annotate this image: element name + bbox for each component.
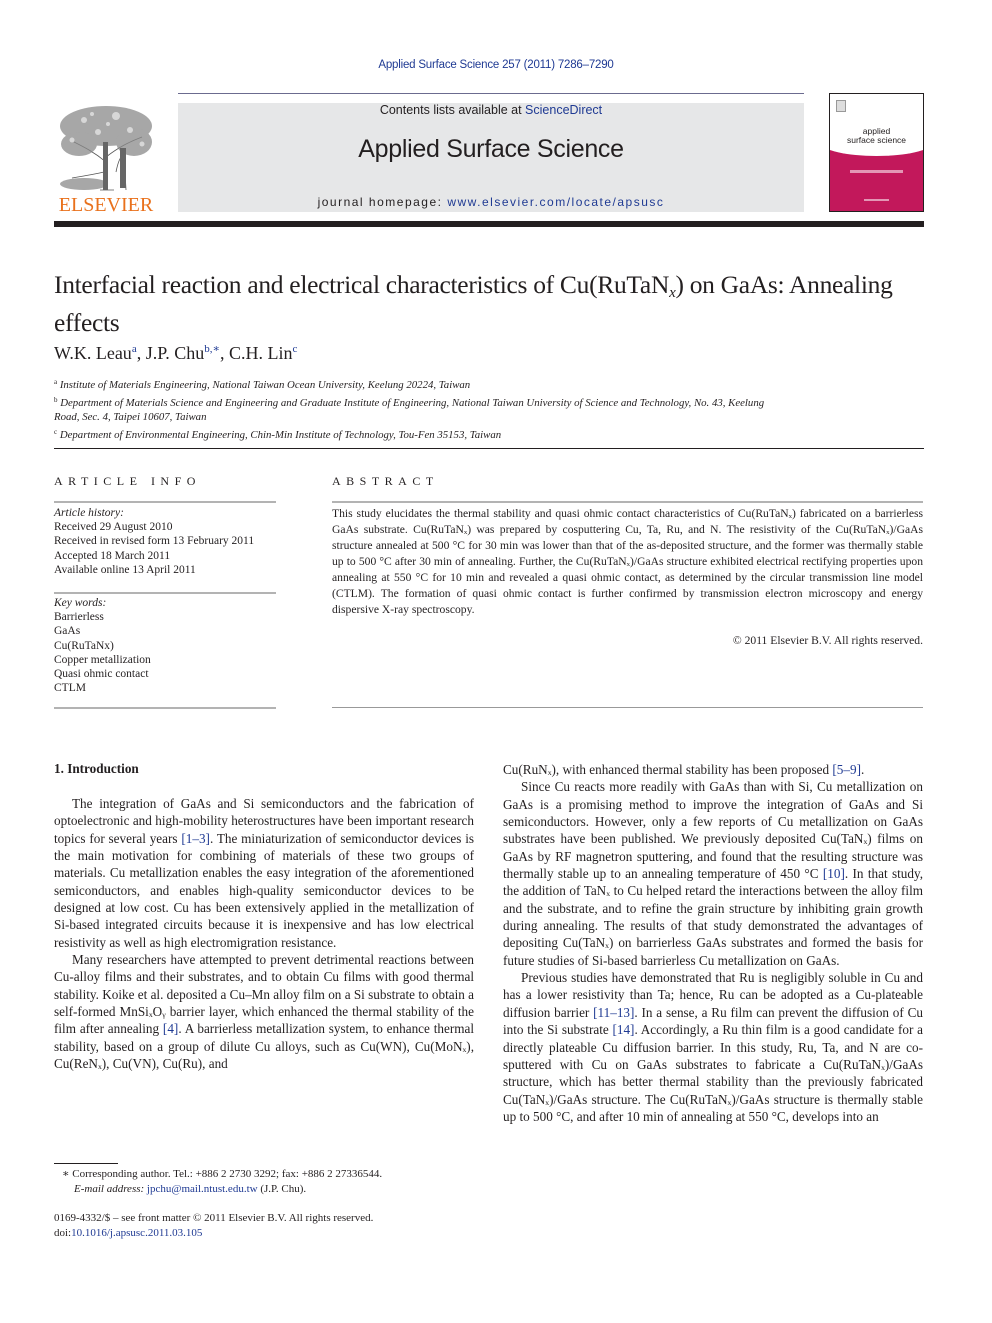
info-divider <box>54 501 276 503</box>
cover-title: applied surface science <box>830 127 923 145</box>
elsevier-wordmark: ELSEVIER <box>58 194 154 216</box>
keyword-item: Cu(RuTaNx) <box>54 639 114 652</box>
author-name: C.H. Lin <box>228 343 293 363</box>
body-column-left: The integration of GaAs and Si semicondu… <box>54 795 474 1073</box>
author: W.K. Leaua, <box>54 343 146 363</box>
doi-line: doi:10.1016/j.apsusc.2011.03.105 <box>54 1226 494 1241</box>
abstract-heading: ABSTRACT <box>332 474 439 488</box>
article-title: Interfacial reaction and electrical char… <box>54 270 914 337</box>
corresponding-author-line: ∗ Corresponding author. Tel.: +886 2 273… <box>62 1168 383 1180</box>
paragraph-text: . The miniaturization of semiconductor d… <box>54 830 474 950</box>
masthead-top-rule <box>178 93 804 94</box>
abstract-divider <box>332 707 923 708</box>
doi-label: doi: <box>54 1226 72 1239</box>
running-head-citation[interactable]: Applied Surface Science 257 (2011) 7286–… <box>0 59 992 71</box>
paragraph-continued: Cu(RuNₓ), with enhanced thermal stabilit… <box>503 761 923 778</box>
tree-icon <box>60 106 152 191</box>
affiliation-key: a <box>54 378 58 386</box>
cover-title-line-2: surface science <box>846 135 907 145</box>
paragraph-text: . In that study, the addition of TaNₓ to… <box>503 866 923 968</box>
masthead-bottom-rule <box>54 221 924 227</box>
author-separator: , <box>219 343 229 363</box>
section-heading-introduction: 1. Introduction <box>54 761 139 776</box>
affiliations: a Institute of Materials Engineering, Na… <box>54 375 914 442</box>
paragraph: Previous studies have demonstrated that … <box>503 969 923 1125</box>
history-item: Accepted 18 March 2011 <box>54 549 171 562</box>
affiliation-item: c Department of Environmental Engineerin… <box>54 425 914 443</box>
citation-link[interactable]: [5–9] <box>832 762 861 777</box>
title-divider <box>54 448 924 449</box>
info-divider <box>54 592 276 594</box>
paragraph-text: . Accordingly, a Ru thin film is a good … <box>503 1022 923 1124</box>
cover-tagline <box>850 170 903 173</box>
author: C.H. Linc <box>229 343 297 363</box>
affiliation-text: Institute of Materials Engineering, Nati… <box>59 379 471 391</box>
author-affiliation-marker[interactable]: b,∗ <box>204 343 220 355</box>
citation-link[interactable]: [11–13] <box>593 1005 634 1020</box>
doi-link[interactable]: 10.1016/j.apsusc.2011.03.105 <box>71 1227 202 1239</box>
affiliation-text: Department of Environmental Engineering,… <box>59 428 502 441</box>
issn-line: 0169-4332/$ – see front matter © 2011 El… <box>54 1212 374 1224</box>
affiliation-text: Department of Materials Science and Engi… <box>54 396 765 424</box>
author-name: J.P. Chu <box>145 343 205 363</box>
author-affiliation-marker[interactable]: c <box>292 343 297 355</box>
abstract-text: This study elucidates the thermal stabil… <box>332 507 923 616</box>
homepage-prefix: journal homepage: <box>317 195 448 209</box>
affiliation-item: a Institute of Materials Engineering, Na… <box>54 375 914 393</box>
citation-link[interactable]: [14] <box>612 1022 634 1037</box>
keywords: Key words: Barrierless GaAs Cu(RuTaNx) C… <box>54 596 276 695</box>
article-history: Article history: Received 29 August 2010… <box>54 506 276 577</box>
paragraph: The integration of GaAs and Si semicondu… <box>54 795 474 951</box>
title-part-1: Interfacial reaction and electrical char… <box>54 270 670 299</box>
journal-homepage-link[interactable]: www.elsevier.com/locate/apsusc <box>447 195 664 209</box>
journal-banner: Contents lists available at ScienceDirec… <box>178 103 804 212</box>
elsevier-logo[interactable]: ELSEVIER <box>54 102 158 216</box>
email-line: E-mail address: jpchu@mail.ntust.edu.tw … <box>62 1182 482 1197</box>
copyright-notice: © 2011 Elsevier B.V. All rights reserved… <box>732 634 923 647</box>
citation-link[interactable]: [1–3] <box>181 831 210 846</box>
email-suffix: (J.P. Chu). <box>257 1182 307 1195</box>
body-column-right: Cu(RuNₓ), with enhanced thermal stabilit… <box>503 761 923 1125</box>
info-divider <box>54 707 276 709</box>
front-matter: 0169-4332/$ – see front matter © 2011 El… <box>54 1211 494 1240</box>
paragraph: Many researchers have attempted to preve… <box>54 951 474 1072</box>
author: J.P. Chub,∗, <box>146 343 229 363</box>
paragraph: Since Cu reacts more readily with GaAs t… <box>503 778 923 969</box>
cover-elsevier-icon <box>836 100 846 112</box>
email-label: E-mail address: <box>74 1182 147 1195</box>
history-label: Article history: <box>54 507 124 519</box>
journal-title: Applied Surface Science <box>358 135 624 163</box>
citation-link[interactable]: [10] <box>823 866 845 881</box>
journal-homepage-line: journal homepage: www.elsevier.com/locat… <box>178 195 804 209</box>
citation-link[interactable]: [4] <box>163 1021 178 1036</box>
journal-cover-thumbnail[interactable]: applied surface science <box>829 93 924 212</box>
keyword-item: GaAs <box>54 625 81 638</box>
keyword-item: Quasi ohmic contact <box>54 668 149 681</box>
paragraph-text: . <box>860 762 865 777</box>
cover-footer-mark <box>864 199 889 201</box>
sciencedirect-link[interactable]: ScienceDirect <box>525 103 602 117</box>
author-name: W.K. Leau <box>54 343 132 363</box>
author-list: W.K. Leaua, J.P. Chub,∗, C.H. Linc <box>54 342 914 364</box>
article-info-heading: ARTICLE INFO <box>54 474 201 488</box>
paragraph-text: Cu(RuNₓ), with enhanced thermal stabilit… <box>503 762 833 777</box>
contents-available-line: Contents lists available at ScienceDirec… <box>178 103 804 117</box>
keyword-item: Barrierless <box>54 611 104 624</box>
affiliation-item: b Department of Materials Science and En… <box>54 393 774 425</box>
keyword-item: CTLM <box>54 682 86 695</box>
abstract-divider <box>332 501 923 503</box>
affiliation-key: b <box>54 395 58 404</box>
author-separator: , <box>136 343 146 363</box>
corresponding-author-footnote: ∗ Corresponding author. Tel.: +886 2 273… <box>62 1167 482 1196</box>
history-item: Received in revised form 13 February 201… <box>54 535 255 548</box>
keywords-label: Key words: <box>54 597 107 609</box>
keyword-item: Copper metallization <box>54 653 151 666</box>
history-item: Available online 13 April 2011 <box>54 563 196 576</box>
email-link[interactable]: jpchu@mail.ntust.edu.tw <box>147 1183 258 1195</box>
history-item: Received 29 August 2010 <box>54 521 173 534</box>
contents-prefix: Contents lists available at <box>379 103 526 117</box>
footnote-rule <box>54 1163 118 1164</box>
affiliation-key: c <box>54 427 58 436</box>
